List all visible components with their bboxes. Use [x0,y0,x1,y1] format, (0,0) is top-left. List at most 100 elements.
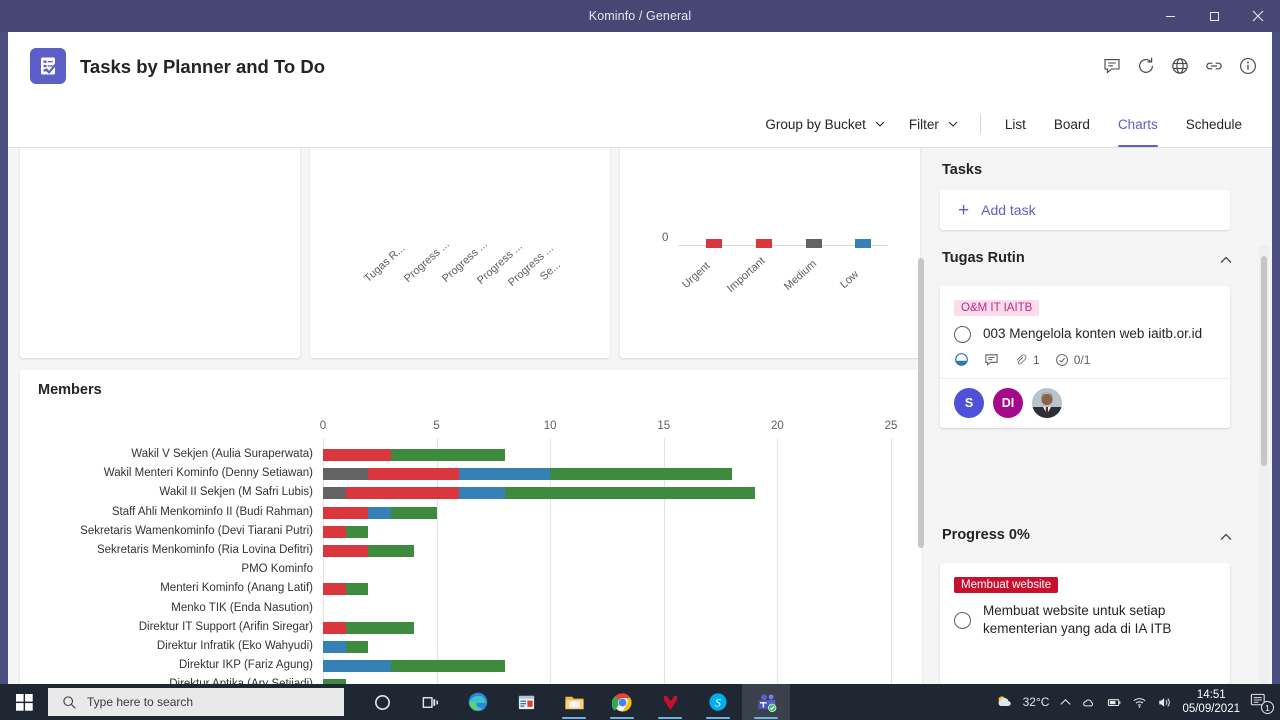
table-row[interactable] [323,468,732,481]
tab-board[interactable]: Board [1040,101,1104,147]
checklist-count: 0/1 [1073,352,1091,367]
minimize-button[interactable] [1148,0,1192,32]
globe-icon[interactable] [1170,56,1190,76]
table-row[interactable] [323,641,369,653]
avatar[interactable]: S [954,388,984,419]
window-titlebar: Kominfo / General [0,0,1280,32]
notification-center-button[interactable]: 1 [1250,692,1274,714]
bucket-title: Tugas Rutin [942,250,1025,266]
teams-icon[interactable] [742,684,790,720]
table-row[interactable] [323,660,505,673]
bar-segment[interactable] [323,545,369,557]
search-placeholder: Type here to search [87,695,194,709]
show-hidden-icons-chevron-up-icon[interactable] [1059,696,1072,709]
maximize-button[interactable] [1192,0,1236,32]
bar-segment[interactable] [368,545,414,557]
bar-segment[interactable] [391,506,437,519]
bar-segment[interactable] [323,506,369,519]
link-icon[interactable] [1204,56,1224,76]
start-button[interactable] [0,684,48,720]
group-by-dropdown[interactable]: Group by Bucket [753,108,897,140]
close-button[interactable] [1236,0,1280,32]
charts-scrollbar-thumb[interactable] [918,258,924,548]
bar-segment[interactable] [345,621,414,634]
table-row[interactable] [323,449,505,461]
chevron-up-icon[interactable] [1218,252,1234,268]
bar-segment[interactable] [368,468,460,481]
mcafee-icon[interactable] [646,684,694,720]
bar-segment[interactable] [323,660,392,673]
chevron-up-icon[interactable] [1218,529,1234,545]
onedrive-icon[interactable] [1082,695,1097,710]
avatar-photo[interactable] [1032,388,1062,419]
tab-list[interactable]: List [991,101,1040,147]
powerpoint-icon[interactable] [502,684,550,720]
x-axis-tick-label: 15 [657,420,671,432]
bar-segment[interactable] [345,641,369,653]
priority-bar-important [756,239,772,248]
feedback-icon[interactable] [1102,56,1122,76]
taskbar-clock[interactable]: 14:51 05/09/2021 [1182,688,1240,716]
bar-segment[interactable] [323,525,346,538]
members-bar-chart: 0 5 10 15 20 25 Wakil V Sekjen (Aulia Suraperw… [20,420,922,684]
refresh-icon[interactable] [1136,56,1156,76]
windows-taskbar: Type here to search S 32°C 14:51 05/09/2… [0,684,1280,720]
bar-segment[interactable] [345,487,460,500]
bar-segment[interactable] [323,621,346,634]
bar-segment[interactable] [368,506,392,519]
bar-segment[interactable] [391,449,505,461]
task-complete-checkbox[interactable] [954,325,971,343]
tasks-scrollbar-thumb[interactable] [1261,256,1267,466]
bar-segment[interactable] [323,583,346,596]
bar-segment[interactable] [345,525,369,538]
bar-segment[interactable] [323,449,392,461]
table-row[interactable] [323,506,437,519]
bar-segment[interactable] [323,468,369,481]
maximize-icon [1209,11,1219,21]
task-card[interactable]: O&M IT IAITB 003 Mengelola konten web ia… [940,286,1230,429]
cortana-icon[interactable] [358,684,406,720]
tab-schedule[interactable]: Schedule [1172,101,1256,147]
task-title-row: 003 Mengelola konten web iaitb.or.id [940,316,1230,343]
gridline [777,438,779,684]
table-row[interactable] [323,545,414,557]
chrome-icon[interactable] [598,684,646,720]
priority-label-important: Important [725,254,768,295]
bucket-title: Progress 0% [942,527,1030,543]
search-input[interactable]: Type here to search [48,688,344,716]
bar-segment[interactable] [391,660,505,673]
battery-icon[interactable] [1107,695,1122,710]
file-explorer-icon[interactable] [550,684,598,720]
table-row[interactable] [323,621,414,634]
task-complete-checkbox[interactable] [954,611,971,629]
bar-segment[interactable] [345,583,369,596]
add-task-button[interactable]: + Add task [940,190,1230,230]
bar-segment[interactable] [459,468,551,481]
table-row[interactable] [323,583,369,596]
bar-segment[interactable] [504,487,755,500]
task-label-tag: O&M IT IAITB [954,300,1040,316]
avatar[interactable]: DI [993,388,1023,419]
table-row[interactable] [323,487,755,500]
tab-charts[interactable]: Charts [1104,101,1172,147]
filter-dropdown[interactable]: Filter [897,108,970,140]
bar-segment[interactable] [323,641,346,653]
table-row[interactable] [323,525,369,538]
category-label: Wakil Menteri Kominfo (Denny Setiawan) [103,467,313,480]
edge-icon[interactable] [454,684,502,720]
wifi-icon[interactable] [1132,695,1147,710]
checklist-meta: 0/1 [1055,352,1091,367]
volume-icon[interactable] [1157,695,1172,710]
app-window: Tasks by Planner and To Do Group by Buck… [8,32,1272,684]
weather-icon[interactable] [995,693,1013,711]
bar-segment[interactable] [323,487,346,500]
task-title-row: Membuat website untuk setiap kementerian… [940,593,1230,638]
bar-segment[interactable] [459,487,505,500]
priority-chart-xlabels: Urgent Important Medium Low [620,255,920,312]
info-icon[interactable] [1238,56,1258,76]
task-card[interactable]: Membuat website Membuat website untuk se… [940,563,1230,684]
skype-icon[interactable]: S [694,684,742,720]
bar-segment[interactable] [550,468,732,481]
task-view-icon[interactable] [406,684,454,720]
status-chart-card [20,148,300,358]
